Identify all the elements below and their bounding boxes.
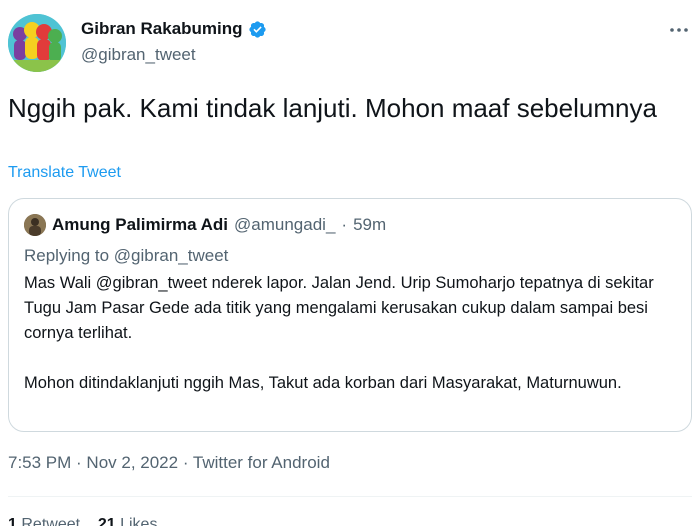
quoted-display-name: Amung Palimirma Adi <box>52 215 229 234</box>
tweet-header: Gibran Rakabuming @gibran_tweet <box>8 14 692 74</box>
more-options-icon[interactable] <box>668 22 690 38</box>
retweets-label[interactable]: Retweet <box>21 516 80 526</box>
author-display-name[interactable]: Gibran Rakabuming <box>81 19 243 39</box>
replying-to: Replying to @gibran_tweet <box>24 246 229 265</box>
quoted-paragraph-2: Mohon ditindaklanjuti nggih Mas, Takut a… <box>24 374 622 392</box>
quoted-paragraph-1: Mas Wali @gibran_tweet nderek lapor. Jal… <box>24 274 654 342</box>
quoted-separator: · <box>341 215 348 234</box>
quoted-handle: @amungadi_ <box>234 215 336 234</box>
tweet-stats: 1 Retweet 21 Likes <box>8 516 157 526</box>
verified-badge-icon <box>248 20 266 38</box>
tweet-text: Nggih pak. Kami tindak lanjuti. Mohon ma… <box>8 93 657 123</box>
avatar-image <box>8 14 66 72</box>
quoted-time: 59m <box>353 215 387 234</box>
quoted-tweet[interactable]: Amung Palimirma Adi @amungadi_ · 59m Rep… <box>8 198 692 432</box>
name-row: Gibran Rakabuming <box>81 19 267 39</box>
likes-count[interactable]: 21 <box>98 516 116 526</box>
retweets-count[interactable]: 1 <box>8 516 17 526</box>
divider <box>8 496 692 497</box>
author-avatar[interactable] <box>8 14 66 72</box>
quoted-avatar-image <box>24 214 46 236</box>
author-handle[interactable]: @gibran_tweet <box>81 45 267 65</box>
translate-tweet-link[interactable]: Translate Tweet <box>8 164 121 182</box>
quoted-avatar <box>24 214 46 236</box>
likes-label[interactable]: Likes <box>120 516 157 526</box>
author-names: Gibran Rakabuming @gibran_tweet <box>81 19 267 65</box>
quoted-body: Mas Wali @gibran_tweet nderek lapor. Jal… <box>24 271 679 396</box>
quoted-header: Amung Palimirma Adi @amungadi_ · 59m <box>24 214 386 236</box>
tweet-timestamp[interactable]: 7:53 PM · Nov 2, 2022 · Twitter for Andr… <box>8 453 330 473</box>
